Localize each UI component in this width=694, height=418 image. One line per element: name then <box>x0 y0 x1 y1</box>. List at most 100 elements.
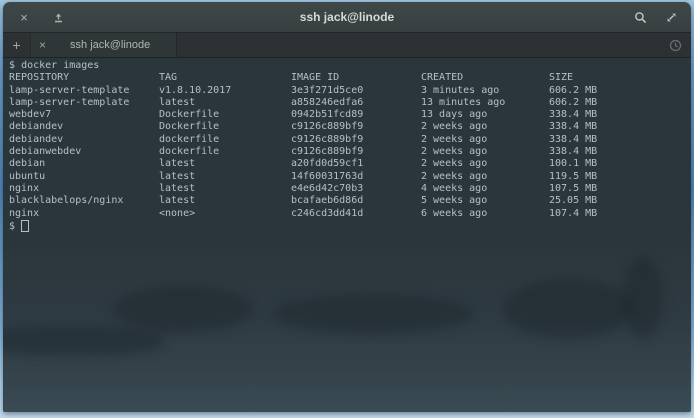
cell-size: 119.5 MB <box>549 171 639 183</box>
cell-tag: dockerfile <box>159 146 291 158</box>
cell-image_id: c246cd3dd41d <box>291 208 421 220</box>
cell-size: 25.05 MB <box>549 195 639 207</box>
terminal-window: × ssh jack@linode <box>3 2 691 412</box>
cell-created: 13 minutes ago <box>421 97 549 109</box>
table-row: ubuntulatest14f60031763d2 weeks ago119.5… <box>9 171 691 183</box>
cell-size: 606.2 MB <box>549 85 639 97</box>
terminal-screen[interactable]: $ docker images REPOSITORYTAGIMAGE IDCRE… <box>3 58 691 412</box>
cell-repository: nginx <box>9 208 159 220</box>
window-maximize-button[interactable] <box>51 10 65 24</box>
cell-tag: Dockerfile <box>159 121 291 133</box>
column-header: TAG <box>159 72 291 84</box>
cell-created: 2 weeks ago <box>421 146 549 158</box>
cell-tag: latest <box>159 171 291 183</box>
terminal-output: $ docker images REPOSITORYTAGIMAGE IDCRE… <box>3 58 691 233</box>
table-row: webdev7Dockerfile0942b51fcd8913 days ago… <box>9 109 691 121</box>
shell-prompt: $ <box>9 221 15 232</box>
cell-repository: blacklabelops/nginx <box>9 195 159 207</box>
cell-image_id: 3e3f271d5ce0 <box>291 85 421 97</box>
cell-repository: debianwebdev <box>9 146 159 158</box>
title-bar: × ssh jack@linode <box>3 2 691 33</box>
fullscreen-icon <box>665 11 678 24</box>
history-button[interactable] <box>669 39 682 52</box>
prompt-line: $ <box>9 220 691 233</box>
search-button[interactable] <box>633 10 647 24</box>
cell-created: 3 minutes ago <box>421 85 549 97</box>
cell-image_id: c9126c889bf9 <box>291 121 421 133</box>
clock-history-icon <box>669 39 682 52</box>
window-close-button[interactable]: × <box>17 10 31 24</box>
cell-image_id: e4e6d42c70b3 <box>291 183 421 195</box>
table-header-row: REPOSITORYTAGIMAGE IDCREATEDSIZE <box>9 72 691 84</box>
fullscreen-button[interactable] <box>664 10 678 24</box>
cell-size: 100.1 MB <box>549 158 639 170</box>
cell-size: 606.2 MB <box>549 97 639 109</box>
wallpaper-tree-silhouette <box>113 286 253 332</box>
column-header: CREATED <box>421 72 549 84</box>
tab-bar: + × ssh jack@linode <box>3 33 691 58</box>
cell-created: 5 weeks ago <box>421 195 549 207</box>
new-tab-button[interactable]: + <box>3 33 31 57</box>
cell-created: 4 weeks ago <box>421 183 549 195</box>
cell-image_id: 14f60031763d <box>291 171 421 183</box>
cell-repository: lamp-server-template <box>9 97 159 109</box>
cell-repository: nginx <box>9 183 159 195</box>
tab-close-button[interactable]: × <box>39 39 46 51</box>
cell-size: 107.4 MB <box>549 208 639 220</box>
column-header: IMAGE ID <box>291 72 421 84</box>
cell-created: 2 weeks ago <box>421 121 549 133</box>
cell-created: 2 weeks ago <box>421 134 549 146</box>
cell-tag: latest <box>159 195 291 207</box>
table-row: lamp-server-templatelatesta858246edfa613… <box>9 97 691 109</box>
cell-size: 107.5 MB <box>549 183 639 195</box>
cell-repository: lamp-server-template <box>9 85 159 97</box>
table-row: debianwebdevdockerfilec9126c889bf92 week… <box>9 146 691 158</box>
window-title: ssh jack@linode <box>3 10 691 24</box>
cell-image_id: bcafaeb6d86d <box>291 195 421 207</box>
cell-image_id: 0942b51fcd89 <box>291 109 421 121</box>
cell-image_id: c9126c889bf9 <box>291 134 421 146</box>
maximize-icon <box>53 12 64 23</box>
cell-created: 6 weeks ago <box>421 208 549 220</box>
cell-repository: webdev7 <box>9 109 159 121</box>
cell-created: 13 days ago <box>421 109 549 121</box>
cell-size: 338.4 MB <box>549 121 639 133</box>
cell-size: 338.4 MB <box>549 109 639 121</box>
command-line: $ docker images <box>9 60 691 72</box>
cell-tag: latest <box>159 97 291 109</box>
table-row: nginxlateste4e6d42c70b34 weeks ago107.5 … <box>9 183 691 195</box>
cell-repository: ubuntu <box>9 171 159 183</box>
cell-created: 2 weeks ago <box>421 158 549 170</box>
cell-tag: latest <box>159 158 291 170</box>
cell-image_id: c9126c889bf9 <box>291 146 421 158</box>
wallpaper-hill-silhouette <box>3 326 163 356</box>
table-row: debiandevdockerfilec9126c889bf92 weeks a… <box>9 134 691 146</box>
wallpaper-tree-silhouette <box>623 258 663 338</box>
cell-repository: debiandev <box>9 121 159 133</box>
wallpaper-tree-silhouette <box>273 294 473 334</box>
cell-tag: Dockerfile <box>159 109 291 121</box>
cell-tag: v1.8.10.2017 <box>159 85 291 97</box>
table-row: debiandevDockerfilec9126c889bf92 weeks a… <box>9 121 691 133</box>
image-table-body: lamp-server-templatev1.8.10.20173e3f271d… <box>9 85 691 220</box>
search-icon <box>634 11 647 24</box>
tab-ssh-session[interactable]: × ssh jack@linode <box>31 33 177 57</box>
table-row: lamp-server-templatev1.8.10.20173e3f271d… <box>9 85 691 97</box>
tab-label: ssh jack@linode <box>62 39 150 51</box>
cell-tag: latest <box>159 183 291 195</box>
column-header: SIZE <box>549 72 639 84</box>
table-row: nginx<none>c246cd3dd41d6 weeks ago107.4 … <box>9 208 691 220</box>
cell-image_id: a20fd0d59cf1 <box>291 158 421 170</box>
cell-tag: <none> <box>159 208 291 220</box>
wallpaper-tree-silhouette <box>503 280 633 338</box>
column-header: REPOSITORY <box>9 72 159 84</box>
shell-prompt: $ <box>9 60 15 71</box>
terminal-cursor <box>21 220 29 232</box>
cell-image_id: a858246edfa6 <box>291 97 421 109</box>
cell-size: 338.4 MB <box>549 146 639 158</box>
cell-repository: debian <box>9 158 159 170</box>
command-text: docker images <box>21 60 99 71</box>
cell-size: 338.4 MB <box>549 134 639 146</box>
cell-created: 2 weeks ago <box>421 171 549 183</box>
cell-tag: dockerfile <box>159 134 291 146</box>
